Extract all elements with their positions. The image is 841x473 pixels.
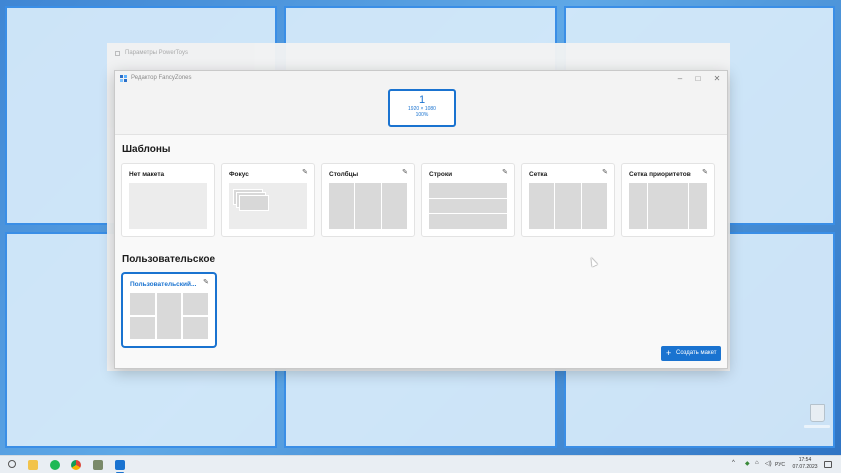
template-name: Столбцы: [329, 171, 359, 178]
fancyzones-icon[interactable]: [115, 460, 125, 470]
network-icon[interactable]: ⌂: [755, 460, 759, 466]
recycle-bin-icon[interactable]: [804, 400, 830, 432]
minimize-button[interactable]: –: [673, 73, 687, 85]
clock[interactable]: 17:54 07.07.2023: [792, 457, 818, 471]
template-name: Строки: [429, 171, 453, 178]
template-name: Фокус: [229, 171, 249, 178]
edit-icon[interactable]: ✎: [302, 168, 308, 176]
search-icon[interactable]: [8, 460, 16, 468]
file-explorer-icon[interactable]: [28, 460, 38, 470]
layout-preview: [529, 183, 607, 229]
layout-preview: [629, 183, 707, 229]
custom-layout-name: Пользовательский...: [130, 281, 197, 288]
template-name: Сетка приоритетов: [629, 171, 691, 178]
clock-date: 07.07.2023: [792, 464, 818, 470]
edit-icon[interactable]: ✎: [702, 168, 708, 176]
layout-preview: [429, 183, 507, 230]
monitor-number: 1: [418, 94, 426, 106]
taskbar: ^ ◆ ⌂ ◁) РУС 17:54 07.07.2023: [0, 455, 841, 473]
layout-preview: [329, 183, 407, 229]
monitor-scale: 100%: [415, 112, 429, 118]
notifications-icon[interactable]: [824, 461, 832, 468]
volume-icon[interactable]: ◁): [765, 460, 772, 467]
fancyzones-app-icon: [120, 75, 127, 82]
maximize-button[interactable]: □: [691, 73, 705, 85]
template-name: Сетка: [529, 171, 548, 178]
close-button[interactable]: ✕: [710, 73, 724, 85]
desktop: Параметры PowerToys Редактор FancyZones …: [0, 0, 841, 455]
clock-time: 17:54: [798, 457, 812, 463]
tray-app-icon[interactable]: ◆: [745, 460, 750, 467]
settings-app-icon: [115, 51, 120, 56]
layouts-content: Шаблоны Нет макета Фокус ✎ Столбцы ✎ Стр…: [115, 135, 727, 368]
layout-preview: [130, 293, 208, 339]
layout-preview: [129, 183, 207, 229]
templates-heading: Шаблоны: [122, 144, 171, 155]
title-bar[interactable]: Редактор FancyZones – □ ✕: [115, 71, 727, 87]
edit-icon[interactable]: ✎: [402, 168, 408, 176]
edit-icon[interactable]: ✎: [502, 168, 508, 176]
template-card-rows[interactable]: Строки ✎: [421, 163, 515, 237]
fancyzones-editor-window: Редактор FancyZones – □ ✕ 1 1920 × 1080 …: [114, 70, 728, 369]
custom-heading: Пользовательское: [122, 254, 216, 265]
photos-icon[interactable]: [93, 460, 103, 470]
settings-window-title: Параметры PowerToys: [125, 50, 188, 56]
chrome-icon[interactable]: [71, 460, 81, 470]
template-name: Нет макета: [129, 171, 165, 178]
tray-chevron-icon[interactable]: ^: [732, 460, 735, 466]
monitor-strip: 1 1920 × 1080 100%: [115, 87, 727, 135]
template-card-priority-grid[interactable]: Сетка приоритетов ✎: [621, 163, 715, 237]
create-layout-button[interactable]: + Создать макет: [661, 346, 721, 361]
layout-preview: [229, 183, 307, 229]
edit-icon[interactable]: ✎: [203, 278, 209, 286]
template-card-columns[interactable]: Столбцы ✎: [321, 163, 415, 237]
template-card-no-layout[interactable]: Нет макета: [121, 163, 215, 237]
language-indicator[interactable]: РУС: [775, 462, 785, 468]
spotify-icon[interactable]: [50, 460, 60, 470]
monitor-selector[interactable]: 1 1920 × 1080 100%: [388, 89, 456, 127]
plus-icon: +: [666, 348, 672, 358]
custom-layout-card[interactable]: Пользовательский... ✎: [122, 273, 216, 347]
window-title: Редактор FancyZones: [131, 75, 192, 81]
create-layout-label: Создать макет: [676, 350, 717, 356]
edit-icon[interactable]: ✎: [602, 168, 608, 176]
template-card-grid[interactable]: Сетка ✎: [521, 163, 615, 237]
template-card-focus[interactable]: Фокус ✎: [221, 163, 315, 237]
